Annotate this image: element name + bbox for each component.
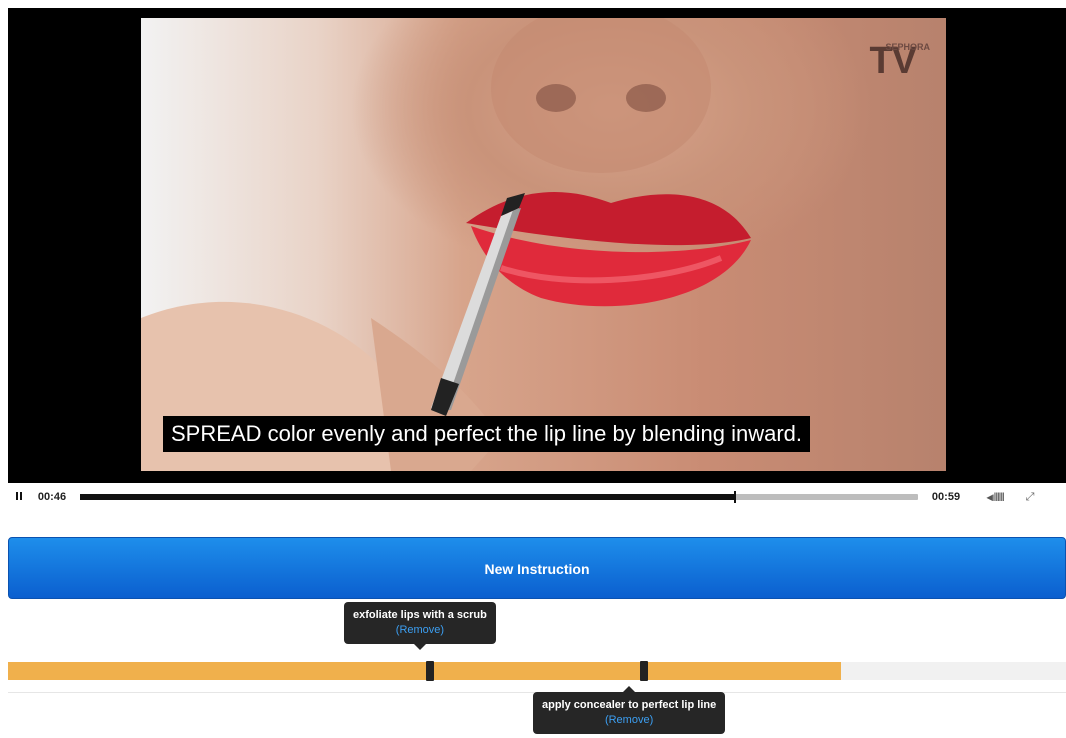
pause-icon[interactable] [8,491,30,503]
remove-link[interactable]: (Remove) [542,713,716,728]
marker-label: exfoliate lips with a scrub [353,609,487,621]
timeline-marker-2[interactable] [640,661,648,681]
video-frame[interactable]: SEPHORA TV SPREAD color evenly and perfe… [141,18,946,471]
seek-bar-fill [80,494,734,500]
marker-tooltip-1: exfoliate lips with a scrub (Remove) [344,602,496,650]
volume-icon[interactable]: ◂ıllllll [968,490,1022,504]
brand-logo: SEPHORA TV [869,40,930,82]
marker-tooltip-2: apply concealer to perfect lip line (Rem… [533,686,726,734]
remove-link[interactable]: (Remove) [353,623,487,638]
video-subtitle: SPREAD color evenly and perfect the lip … [163,416,811,452]
instruction-timeline[interactable] [8,661,1066,681]
fullscreen-icon[interactable]: ⤢ [1022,491,1038,504]
marker-label: apply concealer to perfect lip line [542,699,717,711]
timeline-marker-1[interactable] [426,661,434,681]
video-player[interactable]: SEPHORA TV SPREAD color evenly and perfe… [8,8,1066,511]
new-instruction-button[interactable]: New Instruction [8,537,1066,599]
current-time: 00:46 [37,491,67,503]
seek-handle[interactable] [733,491,736,503]
player-controls: 00:46 00:59 ◂ıllllll ⤢ [8,483,1066,511]
video-image [141,18,751,471]
seek-bar[interactable] [80,491,918,503]
total-time: 00:59 [931,491,961,503]
timeline-fill [8,662,841,680]
